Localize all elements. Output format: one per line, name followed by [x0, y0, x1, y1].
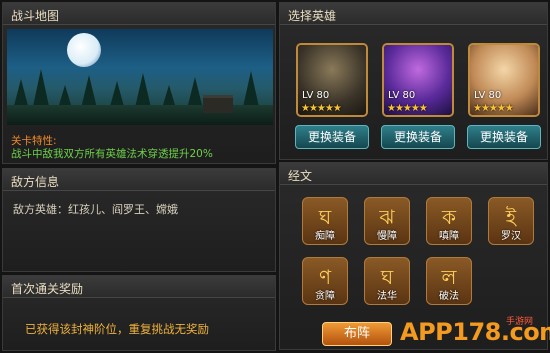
- ground: [7, 105, 273, 125]
- enemy-heroes-text: 敌方英雄：红孩儿、阎罗王、嫦娥: [13, 203, 178, 216]
- hero-level: LV 80: [388, 90, 416, 101]
- map-image: [7, 29, 273, 125]
- rune-label: 贪障: [315, 291, 335, 302]
- change-equipment-button[interactable]: 更换装备: [467, 125, 541, 149]
- rune-slot[interactable]: ই 罗汉: [488, 197, 534, 245]
- title-bar: [280, 163, 547, 185]
- moon: [67, 33, 101, 67]
- rune-label: 法华: [377, 291, 397, 302]
- rune-slot[interactable]: ণ 贪障: [302, 257, 348, 305]
- hero-title: 选择英雄: [288, 9, 337, 23]
- hero-card[interactable]: LV 80 ★★★★★: [296, 43, 368, 117]
- rune-label: 嗔障: [439, 231, 459, 242]
- rune-slot[interactable]: ল 破法: [426, 257, 472, 305]
- enemy-title: 敌方信息: [11, 175, 60, 189]
- reward-text: 已获得该封神阶位，重复挑战无奖励: [25, 322, 209, 336]
- rune-slot[interactable]: ঘ 法华: [364, 257, 410, 305]
- change-equipment-button[interactable]: 更换装备: [295, 125, 369, 149]
- hut: [203, 95, 233, 113]
- reward-title: 首次通关奖励: [11, 282, 84, 296]
- change-equipment-button[interactable]: 更换装备: [381, 125, 455, 149]
- hero-level: LV 80: [474, 90, 502, 101]
- stage-feature-text: 战斗中敌我双方所有英雄法术穿透提升20%: [11, 148, 213, 160]
- rune-slot[interactable]: ঘ 痴障: [302, 197, 348, 245]
- hero-card[interactable]: LV 80 ★★★★★: [468, 43, 540, 117]
- hero-stars: ★★★★★: [387, 103, 428, 114]
- rune-label: 慢障: [377, 231, 397, 242]
- scripture-title: 经文: [288, 169, 313, 183]
- watermark-subtext: 手游网: [506, 317, 534, 327]
- rune-slot[interactable]: ক 嗔障: [426, 197, 472, 245]
- hero-stars: ★★★★★: [473, 103, 514, 114]
- hero-card[interactable]: LV 80 ★★★★★: [382, 43, 454, 117]
- rune-label: 痴障: [315, 231, 335, 242]
- rune-slot[interactable]: ঝ 慢障: [364, 197, 410, 245]
- map-title: 战斗地图: [11, 9, 60, 23]
- hero-stars: ★★★★★: [301, 103, 342, 114]
- rune-label: 破法: [439, 291, 459, 302]
- formation-button[interactable]: 布阵: [322, 322, 392, 346]
- select-hero-panel: 选择英雄 LV 80 ★★★★★ LV 80 ★★★★★ LV 80 ★★★★★…: [279, 2, 548, 160]
- watermark: APP178.com 手游网: [398, 314, 550, 350]
- first-clear-reward-panel: 首次通关奖励 已获得该封神阶位，重复挑战无奖励: [2, 275, 276, 351]
- enemy-info-panel: 敌方信息 敌方英雄：红孩儿、阎罗王、嫦娥: [2, 168, 276, 272]
- battle-map-panel: 战斗地图 关卡特性: 战斗中敌我双方所有英雄法术穿透提升20%: [2, 2, 276, 164]
- hero-level: LV 80: [302, 90, 330, 101]
- rune-label: 罗汉: [501, 231, 521, 242]
